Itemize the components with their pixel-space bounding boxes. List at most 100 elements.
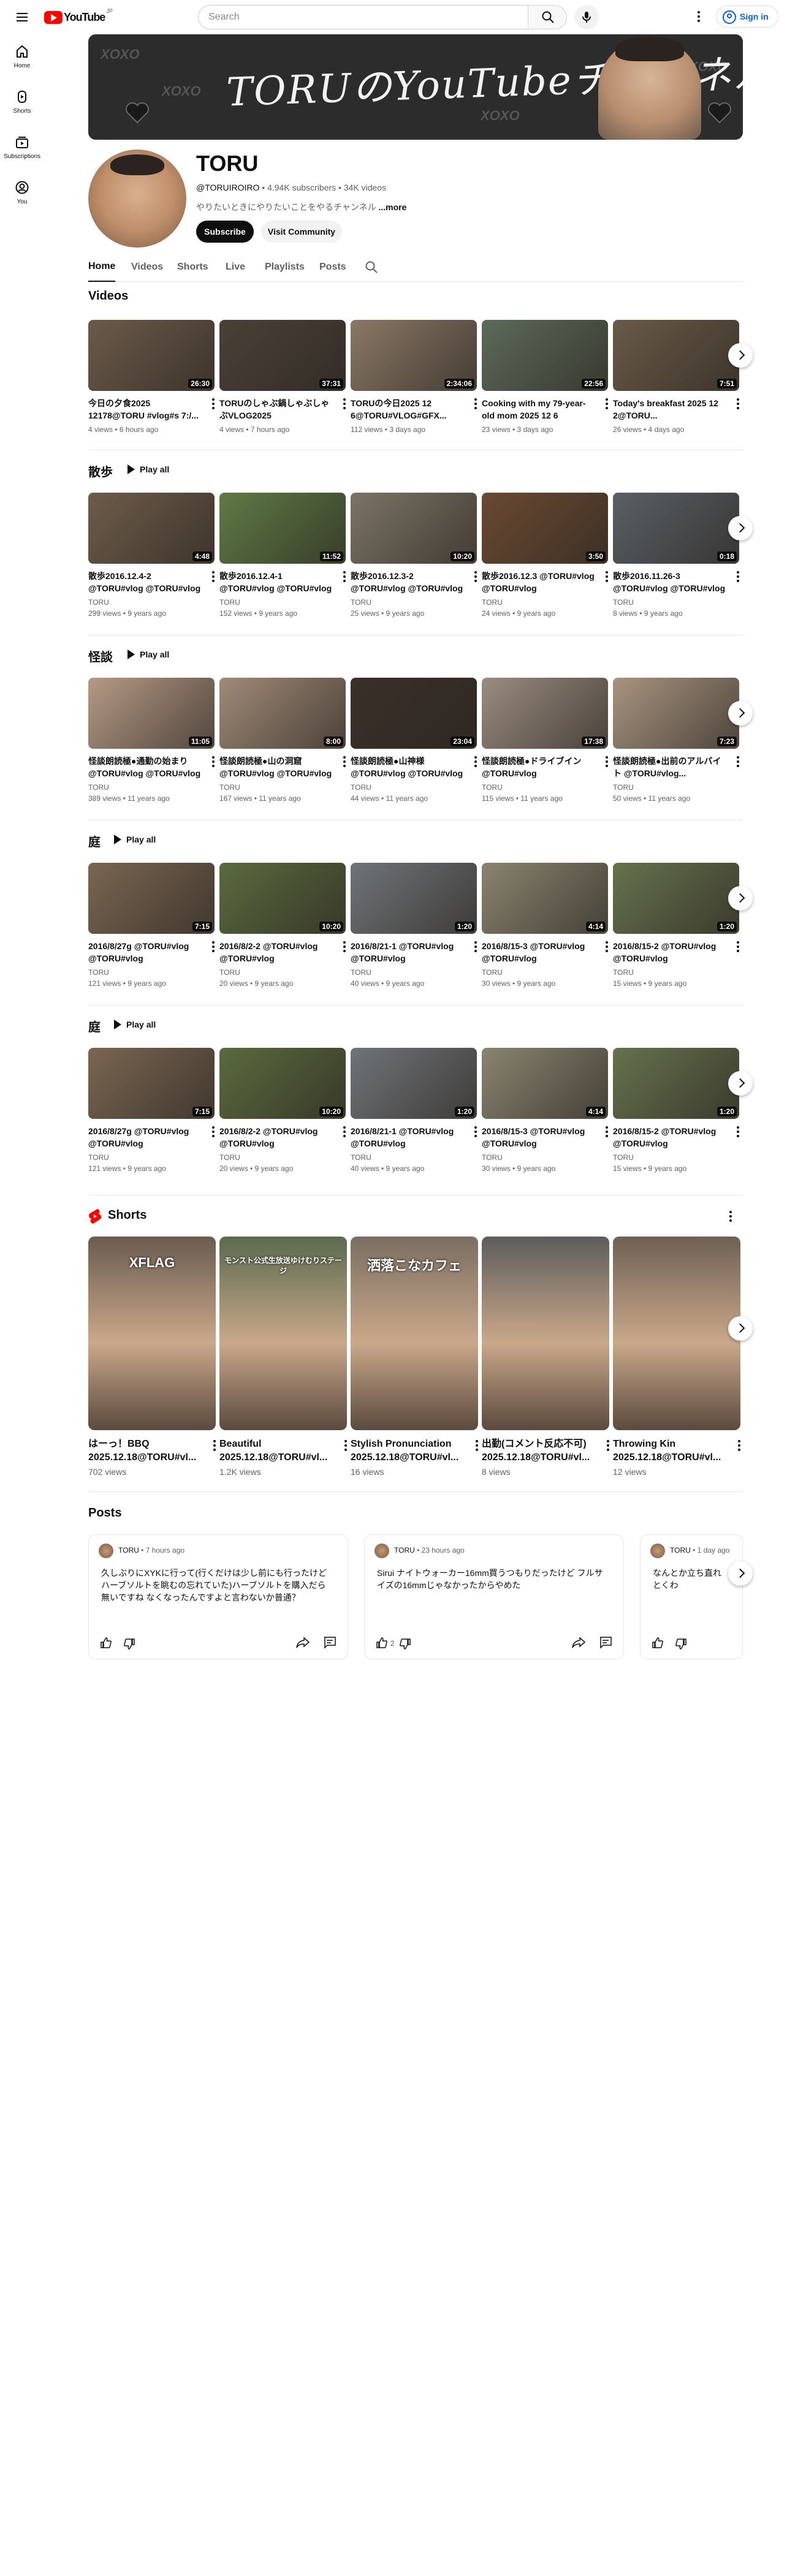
visit-community-button[interactable]: Visit Community: [261, 221, 342, 243]
short-title[interactable]: Throwing Kin 2025.12.18@TORU#vl...: [613, 1438, 740, 1464]
short-title[interactable]: Beautiful 2025.12.18@TORU#vl...: [219, 1438, 347, 1464]
subscribe-button[interactable]: Subscribe: [196, 221, 254, 243]
short-thumbnail[interactable]: [613, 1237, 740, 1430]
video-action-menu-icon[interactable]: [606, 941, 608, 954]
short-card[interactable]: 洒落こなカフェ Stylish Pronunciation 2025.12.18…: [351, 1237, 478, 1477]
post-text[interactable]: 久しぶりにXYKに行って(行くだけは少し前にも行ったけどハーブソルトを眺むの忘れ…: [101, 1567, 334, 1604]
video-channel[interactable]: TORU: [482, 1152, 608, 1163]
rail-item-home[interactable]: Home: [2, 34, 42, 80]
video-channel[interactable]: TORU: [613, 597, 739, 608]
video-card[interactable]: 8:00 怪談朗読極●山の洞窟 @TORU#vlog @TORU#vlog TO…: [219, 678, 346, 804]
video-thumbnail[interactable]: 7:15: [88, 863, 215, 934]
video-channel[interactable]: TORU: [351, 782, 477, 793]
play-all-button[interactable]: Play all: [127, 464, 169, 474]
rail-item-you[interactable]: You: [2, 170, 42, 216]
shorts-more-icon[interactable]: [729, 1211, 732, 1224]
short-thumbnail[interactable]: 洒落こなカフェ: [351, 1237, 478, 1430]
video-thumbnail[interactable]: 4:48: [88, 493, 215, 564]
tab-videos[interactable]: Videos: [131, 252, 163, 282]
dislike-icon[interactable]: [123, 1638, 135, 1650]
video-channel[interactable]: TORU: [219, 1152, 346, 1163]
post-author[interactable]: TORU: [670, 1546, 691, 1555]
post-card[interactable]: TORU • 7 hours ago 久しぶりにXYKに行って(行くだけは少し前…: [88, 1534, 348, 1659]
tab-playlists[interactable]: Playlists: [265, 252, 305, 282]
video-channel[interactable]: TORU: [613, 782, 739, 793]
video-title[interactable]: 2016/8/2-2 @TORU#vlog @TORU#vlog: [219, 940, 346, 964]
short-thumbnail[interactable]: XFLAG: [88, 1237, 216, 1430]
short-card[interactable]: モンスト公式生放送ゆけむりステージ Beautiful 2025.12.18@T…: [219, 1237, 347, 1477]
video-card[interactable]: 26:30 今日の夕食2025 12178@TORU #vlog#s 7:/..…: [88, 320, 215, 435]
shelf-next-button[interactable]: [728, 886, 753, 911]
video-channel[interactable]: TORU: [88, 967, 215, 978]
tab-shorts[interactable]: Shorts: [177, 252, 208, 282]
short-title[interactable]: Stylish Pronunciation 2025.12.18@TORU#vl…: [351, 1438, 478, 1464]
like-icon[interactable]: [376, 1637, 388, 1649]
video-channel[interactable]: TORU: [351, 1152, 477, 1163]
video-card[interactable]: 7:51 Today's breakfast 2025 12 2@TORU...…: [613, 320, 739, 435]
video-card[interactable]: 10:20 2016/8/2-2 @TORU#vlog @TORU#vlog T…: [219, 1048, 346, 1174]
play-all-button[interactable]: Play all: [114, 1020, 156, 1029]
short-thumbnail[interactable]: モンスト公式生放送ゆけむりステージ: [219, 1237, 347, 1430]
short-card[interactable]: XFLAG はーっ！BBQ 2025.12.18@TORU#vl... 702 …: [88, 1237, 216, 1477]
video-action-menu-icon[interactable]: [343, 756, 346, 769]
short-action-menu-icon[interactable]: [344, 1440, 347, 1453]
search-input[interactable]: Search: [198, 5, 550, 29]
video-action-menu-icon[interactable]: [212, 571, 215, 584]
settings-more-icon[interactable]: [698, 11, 700, 24]
video-card[interactable]: 4:14 2016/8/15-3 @TORU#vlog @TORU#vlog T…: [482, 863, 608, 989]
video-channel[interactable]: TORU: [613, 1152, 739, 1163]
video-title[interactable]: TORUのしゃぶ鍋しゃぶしゃぶVLOG2025 12.10@TORU...: [219, 397, 346, 422]
comment-icon[interactable]: [599, 1636, 612, 1650]
video-thumbnail[interactable]: 1:20: [613, 863, 739, 934]
post-avatar[interactable]: [99, 1544, 113, 1558]
video-action-menu-icon[interactable]: [606, 756, 608, 769]
video-thumbnail[interactable]: 23:04: [351, 678, 477, 749]
video-title[interactable]: 散歩2016.12.4-2 @TORU#vlog @TORU#vlog: [88, 570, 215, 594]
menu-icon[interactable]: [15, 10, 29, 25]
video-action-menu-icon[interactable]: [474, 756, 477, 769]
video-title[interactable]: 2016/8/27g @TORU#vlog @TORU#vlog: [88, 940, 215, 964]
post-avatar[interactable]: [374, 1544, 389, 1558]
video-title[interactable]: 怪談朗読極●通勤の始まり @TORU#vlog @TORU#vlog: [88, 755, 215, 779]
post-avatar[interactable]: [650, 1544, 665, 1558]
video-action-menu-icon[interactable]: [737, 571, 739, 584]
video-action-menu-icon[interactable]: [212, 756, 215, 769]
dislike-icon[interactable]: [399, 1638, 411, 1650]
channel-description[interactable]: やりたいときにやりたいことをやるチャンネル ...more: [196, 201, 406, 213]
video-thumbnail[interactable]: 1:20: [613, 1048, 739, 1119]
video-title[interactable]: 2016/8/21-1 @TORU#vlog @TORU#vlog: [351, 1125, 477, 1150]
shelf-next-button[interactable]: [728, 516, 753, 540]
post-card[interactable]: TORU • 1 day ago なんとか立ち直れとくわ: [640, 1534, 743, 1659]
tab-home[interactable]: Home: [88, 252, 116, 282]
rail-item-subscriptions[interactable]: Subscriptions: [2, 125, 42, 170]
video-title[interactable]: Cooking with my 79-year-old mom 2025 12 …: [482, 397, 608, 422]
video-action-menu-icon[interactable]: [606, 1126, 608, 1139]
video-thumbnail[interactable]: 11:52: [219, 493, 346, 564]
video-thumbnail[interactable]: 1:20: [351, 1048, 477, 1119]
video-thumbnail[interactable]: 7:51: [613, 320, 739, 391]
video-thumbnail[interactable]: 1:20: [351, 863, 477, 934]
post-card[interactable]: TORU • 23 hours ago Sirui ナイトウォーカー16mm買う…: [364, 1534, 624, 1659]
video-card[interactable]: 22:56 Cooking with my 79-year-old mom 20…: [482, 320, 608, 435]
video-title[interactable]: 怪談朗読極●山の洞窟 @TORU#vlog @TORU#vlog: [219, 755, 346, 779]
video-title[interactable]: 怪談朗読極●ドライブイン @TORU#vlog: [482, 755, 608, 779]
video-action-menu-icon[interactable]: [343, 1126, 346, 1139]
video-thumbnail[interactable]: 10:20: [219, 1048, 346, 1119]
video-title[interactable]: 怪談朗読極●出前のアルバイト @TORU#vlog...: [613, 755, 739, 779]
channel-search-icon[interactable]: [364, 260, 379, 275]
video-action-menu-icon[interactable]: [606, 571, 608, 584]
video-card[interactable]: 2:34:06 TORUの今日2025 12 6@TORU#VLOG#GFX..…: [351, 320, 477, 435]
video-channel[interactable]: TORU: [482, 597, 608, 608]
tab-live[interactable]: Live: [226, 252, 245, 282]
video-card[interactable]: 7:15 2016/8/27g @TORU#vlog @TORU#vlog TO…: [88, 1048, 215, 1174]
short-action-menu-icon[interactable]: [213, 1440, 216, 1453]
video-channel[interactable]: TORU: [482, 967, 608, 978]
video-card[interactable]: 7:23 怪談朗読極●出前のアルバイト @TORU#vlog... TORU 5…: [613, 678, 739, 804]
video-thumbnail[interactable]: 2:34:06: [351, 320, 477, 391]
short-action-menu-icon[interactable]: [476, 1440, 478, 1453]
shelf-next-button[interactable]: [728, 1071, 753, 1096]
video-action-menu-icon[interactable]: [343, 571, 346, 584]
video-card[interactable]: 4:48 散歩2016.12.4-2 @TORU#vlog @TORU#vlog…: [88, 493, 215, 619]
video-card[interactable]: 7:15 2016/8/27g @TORU#vlog @TORU#vlog TO…: [88, 863, 215, 989]
video-action-menu-icon[interactable]: [474, 571, 477, 584]
